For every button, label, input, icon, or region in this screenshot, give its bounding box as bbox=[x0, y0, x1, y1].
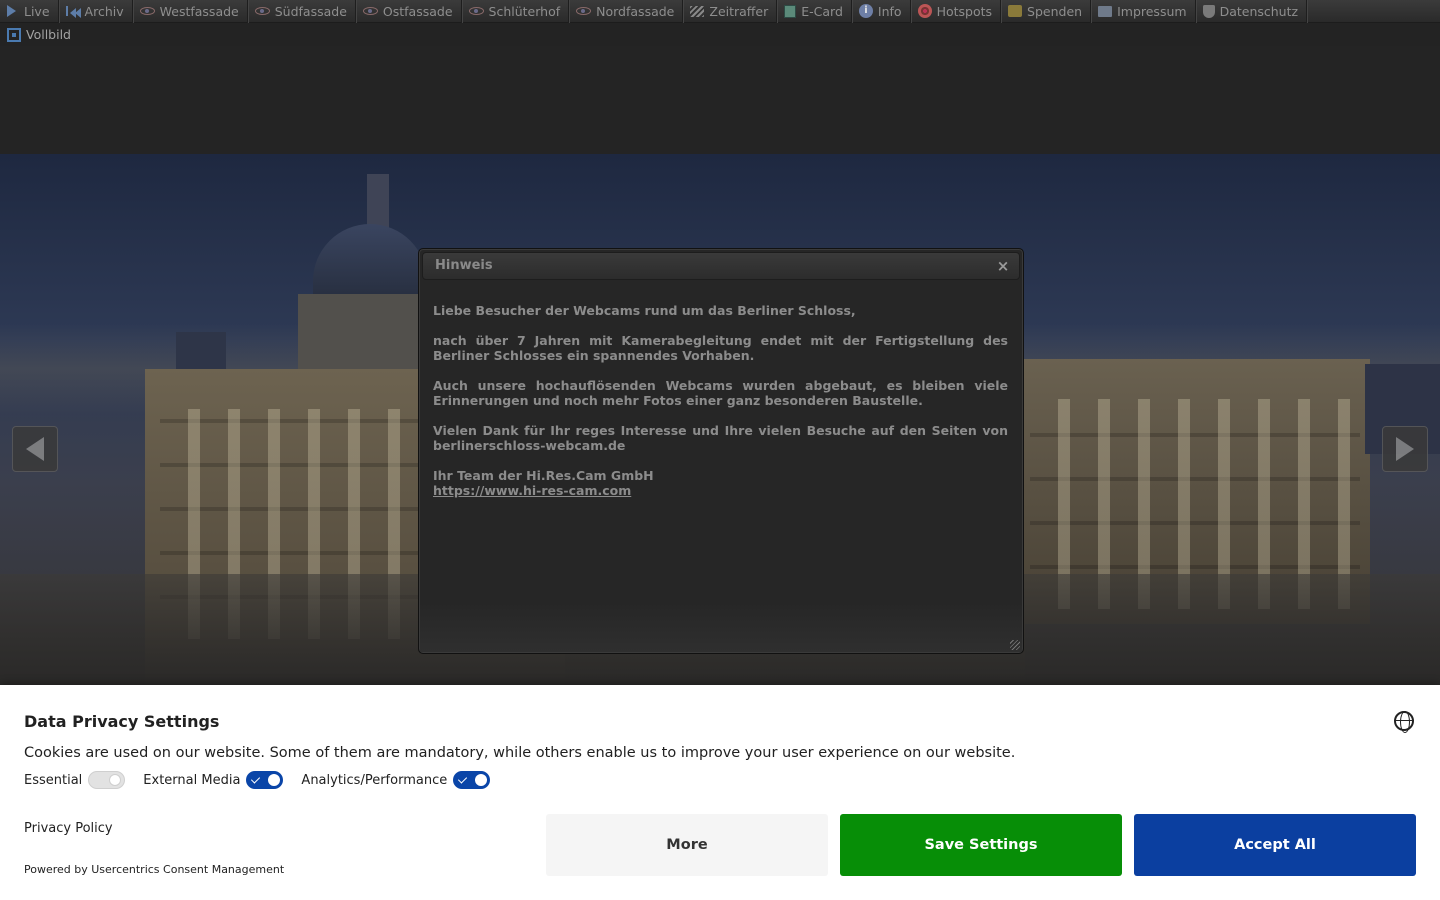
arrow-left-icon bbox=[26, 437, 44, 461]
dialog-titlebar[interactable]: Hinweis × bbox=[422, 252, 1020, 280]
nav-item-label: Ostfassade bbox=[382, 3, 453, 19]
nav-item-suedfassade[interactable]: Südfassade bbox=[248, 0, 356, 23]
nav-item-label: Schlüterhof bbox=[488, 3, 561, 19]
nav-item-impressum[interactable]: Impressum bbox=[1091, 0, 1196, 23]
toggle-label: External Media bbox=[143, 772, 241, 788]
nav-item-label: Zeitraffer bbox=[709, 3, 769, 19]
accept-all-button[interactable]: Accept All bbox=[1134, 814, 1416, 876]
nav-item-datenschutz[interactable]: Datenschutz bbox=[1196, 0, 1308, 23]
toggle-external-media: External Media bbox=[143, 771, 284, 789]
nav-item-label: Impressum bbox=[1117, 3, 1187, 19]
coins-icon bbox=[1008, 5, 1023, 17]
dialog-paragraph: Vielen Dank für Ihr reges Interesse und … bbox=[433, 423, 1008, 453]
consent-banner: Data Privacy Settings Cookies are used o… bbox=[0, 685, 1440, 900]
powered-by-text: Powered by Usercentrics Consent Manageme… bbox=[24, 863, 285, 876]
nav-item-spenden[interactable]: Spenden bbox=[1001, 0, 1092, 23]
privacy-policy-link[interactable]: Privacy Policy bbox=[24, 821, 113, 836]
toggle-label: Analytics/Performance bbox=[301, 772, 448, 788]
previous-image-button[interactable] bbox=[12, 426, 58, 472]
nav-item-label: Datenschutz bbox=[1219, 3, 1299, 19]
close-icon[interactable]: × bbox=[995, 258, 1011, 274]
nav-row-main: Live Archiv Westfassade Südfassade Ostfa… bbox=[0, 0, 1440, 23]
company-link[interactable]: https://www.hi-res-cam.com bbox=[433, 483, 631, 498]
notice-dialog: Hinweis × Liebe Besucher der Webcams run… bbox=[418, 248, 1024, 654]
rewind-icon bbox=[65, 6, 81, 18]
nav-item-label: Archiv bbox=[84, 3, 124, 19]
nav-row-secondary: Vollbild bbox=[0, 23, 79, 46]
dialog-paragraph: nach über 7 Jahren mit Kamerabegleitung … bbox=[433, 333, 1008, 363]
nav-item-label: Westfassade bbox=[159, 3, 239, 19]
consent-title: Data Privacy Settings bbox=[24, 712, 220, 731]
background-tower bbox=[176, 332, 226, 372]
nav-item-hotspots[interactable]: Hotspots bbox=[911, 0, 1002, 23]
nav-item-zeitraffer[interactable]: Zeitraffer bbox=[683, 0, 778, 23]
dialog-title: Hinweis bbox=[435, 258, 493, 273]
nav-item-live[interactable]: Live bbox=[0, 0, 59, 23]
nav-item-label: Spenden bbox=[1027, 3, 1083, 19]
nav-item-label: Hotspots bbox=[936, 3, 993, 19]
essential-switch bbox=[88, 771, 126, 789]
nav-item-label: Live bbox=[24, 3, 50, 19]
checkmark-icon bbox=[251, 774, 261, 784]
nav-item-label: E-Card bbox=[801, 3, 843, 19]
nav-item-archiv[interactable]: Archiv bbox=[59, 0, 133, 23]
dialog-footer bbox=[420, 602, 1022, 652]
clapperboard-icon bbox=[690, 5, 705, 17]
nav-item-label: Südfassade bbox=[274, 3, 347, 19]
save-settings-button[interactable]: Save Settings bbox=[840, 814, 1122, 876]
resize-handle-icon[interactable] bbox=[1010, 640, 1020, 650]
dialog-paragraph: Liebe Besucher der Webcams rund um das B… bbox=[433, 303, 856, 318]
eye-icon bbox=[362, 7, 378, 15]
nav-item-label: Vollbild bbox=[26, 27, 71, 42]
nav-item-info[interactable]: i Info bbox=[852, 0, 911, 23]
eye-icon bbox=[468, 7, 484, 15]
eye-icon bbox=[139, 7, 155, 15]
consent-toggles: Essential External Media Analytics/Perfo… bbox=[24, 771, 508, 789]
nav-item-ostfassade[interactable]: Ostfassade bbox=[356, 0, 462, 23]
nav-item-nordfassade[interactable]: Nordfassade bbox=[569, 0, 684, 23]
consent-description: Cookies are used on our website. Some of… bbox=[24, 745, 1016, 761]
more-button[interactable]: More bbox=[546, 814, 828, 876]
fullscreen-icon bbox=[7, 27, 21, 42]
analytics-switch[interactable] bbox=[453, 771, 491, 789]
dialog-body: Liebe Besucher der Webcams rund um das B… bbox=[433, 303, 1008, 498]
nav-item-label: Info bbox=[877, 3, 902, 19]
top-navigation: Live Archiv Westfassade Südfassade Ostfa… bbox=[0, 0, 1440, 46]
imprint-icon bbox=[1098, 5, 1113, 17]
checkmark-icon bbox=[458, 774, 468, 784]
info-icon: i bbox=[858, 4, 873, 18]
toggle-essential: Essential bbox=[24, 771, 126, 789]
toggle-label: Essential bbox=[24, 772, 83, 788]
dome bbox=[313, 224, 427, 304]
language-globe-icon[interactable] bbox=[1394, 711, 1414, 733]
nav-item-ecard[interactable]: E-Card bbox=[777, 0, 852, 23]
target-icon bbox=[917, 4, 932, 18]
shield-icon bbox=[1202, 4, 1215, 18]
ecard-icon bbox=[784, 4, 797, 18]
dialog-signature: Ihr Team der Hi.Res.Cam GmbH bbox=[433, 468, 654, 483]
arrow-right-icon bbox=[1396, 437, 1414, 461]
next-image-button[interactable] bbox=[1382, 426, 1428, 472]
dome-lantern bbox=[367, 174, 389, 229]
nav-item-schlueterhof[interactable]: Schlüterhof bbox=[462, 0, 570, 23]
nav-item-westfassade[interactable]: Westfassade bbox=[133, 0, 248, 23]
nav-item-vollbild[interactable]: Vollbild bbox=[0, 23, 79, 46]
external-media-switch[interactable] bbox=[246, 771, 284, 789]
dome-drum bbox=[298, 294, 428, 374]
eye-icon bbox=[254, 7, 270, 15]
play-icon bbox=[7, 5, 16, 17]
toggle-analytics: Analytics/Performance bbox=[301, 771, 491, 789]
dialog-paragraph: Auch unsere hochauflösenden Webcams wurd… bbox=[433, 378, 1008, 408]
nav-item-label: Nordfassade bbox=[596, 3, 675, 19]
eye-icon bbox=[576, 7, 592, 15]
